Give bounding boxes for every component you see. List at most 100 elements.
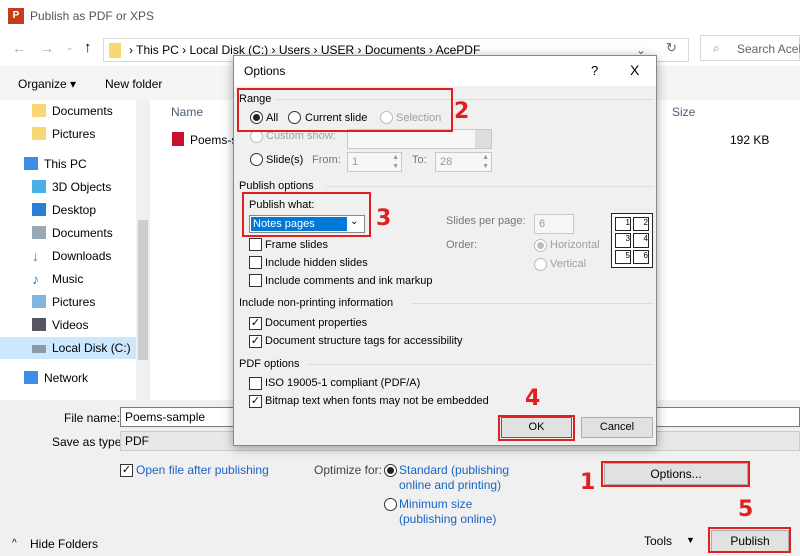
sidebar-item-label: Videos: [52, 318, 89, 332]
hidden-slides-checkbox[interactable]: [249, 256, 262, 269]
from-value: 1: [352, 156, 359, 168]
open-after-checkbox[interactable]: ✓: [120, 464, 133, 477]
sidebar-item-local-disk[interactable]: Local Disk (C:): [0, 337, 136, 359]
annotation-box-1: [601, 461, 750, 487]
to-value: 28: [440, 156, 453, 168]
sidebar-item-downloads[interactable]: ↓ Downloads: [18, 245, 136, 267]
non-printing-label: Include non-printing information: [239, 297, 394, 309]
title-bar: P Publish as PDF or XPS: [0, 0, 800, 32]
help-button[interactable]: ?: [591, 63, 598, 78]
standard-label[interactable]: Standard (publishing: [399, 463, 509, 477]
tools-dropdown-icon[interactable]: ▼: [686, 535, 695, 545]
music-icon: ♪: [32, 271, 39, 287]
desktop-icon: [32, 203, 46, 216]
sidebar-scrollbar[interactable]: [136, 100, 150, 400]
structure-tags-label[interactable]: Document structure tags for accessibilit…: [265, 335, 462, 347]
sidebar-item-3d-objects[interactable]: 3D Objects: [18, 176, 136, 198]
sidebar-item-label: Pictures: [52, 295, 96, 309]
sidebar-item-label: Local Disk (C:): [52, 341, 131, 355]
annotation-box-5: [708, 527, 791, 553]
sidebar-item-documents-2[interactable]: Documents: [18, 222, 136, 244]
vertical-label[interactable]: Vertical: [550, 258, 586, 270]
from-label: From:: [312, 154, 341, 166]
search-input[interactable]: ⌕ Search AcePDF: [700, 35, 800, 61]
cancel-label: Cancel: [599, 421, 635, 433]
from-input[interactable]: 1 ▲ ▼: [347, 152, 402, 172]
frame-slides-label[interactable]: Frame slides: [265, 239, 328, 251]
folder-icon: [32, 127, 46, 140]
file-name: Poems-s: [190, 133, 238, 147]
document-properties-label[interactable]: Document properties: [265, 317, 367, 329]
new-folder-button[interactable]: New folder: [105, 77, 162, 91]
close-button[interactable]: X: [630, 62, 639, 78]
annotation-number-1: 1: [580, 470, 596, 495]
sidebar-item-network[interactable]: Network: [6, 367, 124, 389]
annotation-box-4: [498, 415, 575, 441]
powerpoint-icon: P: [8, 8, 24, 24]
horizontal-label[interactable]: Horizontal: [550, 239, 600, 251]
sidebar-item-label: Documents: [52, 226, 113, 240]
horizontal-radio[interactable]: [534, 239, 547, 252]
recent-dropdown-icon[interactable]: ⌄: [66, 42, 74, 53]
preview-slide: 3: [615, 233, 631, 248]
bitmap-text-checkbox[interactable]: ✓: [249, 395, 262, 408]
slides-label[interactable]: Slide(s): [266, 154, 303, 166]
dialog-title: Options: [244, 64, 286, 78]
slides-per-page-select[interactable]: 6: [534, 214, 574, 234]
bitmap-text-label[interactable]: Bitmap text when fonts may not be embedd…: [265, 395, 489, 407]
file-size: 192 KB: [730, 133, 770, 147]
custom-show-select[interactable]: [347, 129, 492, 149]
sidebar-item-videos[interactable]: Videos: [18, 314, 136, 336]
slides-radio[interactable]: [250, 153, 263, 166]
minimum-radio[interactable]: [384, 498, 397, 511]
sidebar-item-label: Downloads: [52, 249, 112, 263]
crumb[interactable]: This PC: [136, 43, 179, 57]
computer-icon: [24, 157, 38, 170]
sidebar-item-label: Music: [52, 272, 84, 286]
comments-label[interactable]: Include comments and ink markup: [265, 275, 433, 287]
pdf-file-icon: [172, 132, 184, 146]
minimum-label[interactable]: Minimum size: [399, 497, 472, 511]
pictures-icon: [32, 295, 46, 308]
column-header-size[interactable]: Size: [672, 105, 695, 119]
sidebar-item-pictures[interactable]: Pictures: [18, 123, 136, 145]
annotation-number-5: 5: [738, 497, 754, 522]
structure-tags-checkbox[interactable]: ✓: [249, 335, 262, 348]
refresh-icon[interactable]: ↻: [666, 40, 677, 56]
vertical-radio[interactable]: [534, 258, 547, 271]
up-icon[interactable]: ↑: [84, 39, 92, 56]
document-properties-checkbox[interactable]: ✓: [249, 317, 262, 330]
tools-button[interactable]: Tools: [644, 534, 672, 548]
sidebar-item-label: Desktop: [52, 203, 97, 217]
standard-radio[interactable]: [384, 464, 397, 477]
hidden-slides-label[interactable]: Include hidden slides: [265, 257, 368, 269]
preview-slide: 6: [633, 249, 649, 264]
slides-per-page-label: Slides per page:: [446, 215, 526, 227]
save-type-label: Save as type:: [52, 435, 125, 449]
iso-label[interactable]: ISO 19005-1 compliant (PDF/A): [265, 377, 420, 389]
sidebar-item-music[interactable]: ♪ Music: [18, 268, 136, 290]
sidebar-item-label: Pictures: [52, 127, 96, 141]
frame-slides-checkbox[interactable]: [249, 238, 262, 251]
download-icon: ↓: [32, 248, 39, 264]
sidebar-item-this-pc[interactable]: This PC: [6, 153, 124, 175]
comments-checkbox[interactable]: [249, 274, 262, 287]
sidebar-item-pictures-2[interactable]: Pictures: [18, 291, 136, 313]
sidebar-item-documents[interactable]: Documents: [18, 100, 136, 122]
hide-folders-icon[interactable]: ^: [12, 538, 17, 549]
folder-icon: [109, 43, 121, 58]
organize-button[interactable]: Organize ▾: [18, 77, 76, 91]
forward-icon[interactable]: →: [40, 40, 54, 56]
sidebar-item-desktop[interactable]: Desktop: [18, 199, 136, 221]
back-icon[interactable]: ←: [12, 40, 26, 56]
file-name-value: Poems-sample: [125, 410, 206, 424]
search-placeholder: Search AcePDF: [737, 42, 800, 56]
open-after-label[interactable]: Open file after publishing: [136, 463, 269, 477]
to-input[interactable]: 28 ▲ ▼: [435, 152, 492, 172]
pdf-options-label: PDF options: [239, 358, 300, 370]
column-header-name[interactable]: Name: [171, 105, 203, 119]
window-title: Publish as PDF or XPS: [30, 9, 155, 23]
hide-folders-button[interactable]: Hide Folders: [30, 537, 98, 551]
cancel-button[interactable]: Cancel: [581, 417, 653, 438]
iso-checkbox[interactable]: [249, 377, 262, 390]
